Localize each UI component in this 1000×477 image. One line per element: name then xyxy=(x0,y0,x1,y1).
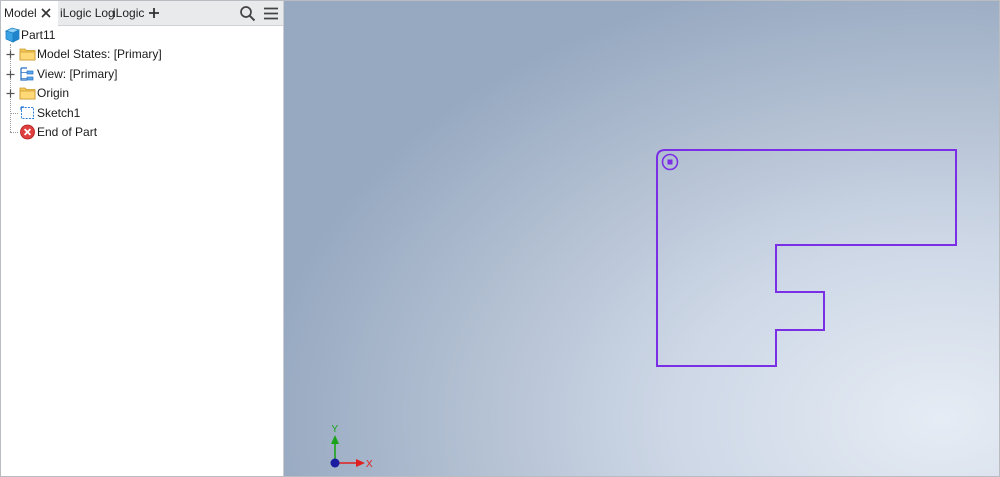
triad-x-arrow xyxy=(356,459,365,467)
browser-tab-bar: Model iLogic Log iLogic xyxy=(1,1,283,26)
tab-model[interactable]: Model xyxy=(1,1,58,26)
tab-ilogic-log-label: iLogic Log xyxy=(60,6,115,20)
tree-item-label: Sketch1 xyxy=(37,106,81,120)
close-icon[interactable] xyxy=(39,6,53,20)
tree-root-label: Part11 xyxy=(21,28,56,42)
tree-item-view[interactable]: View: [Primary] xyxy=(1,65,283,84)
triad-x-label: X xyxy=(366,459,373,470)
tab-ilogic-log[interactable]: iLogic Log xyxy=(60,1,115,25)
triad-y-arrow xyxy=(331,435,339,444)
folder-icon xyxy=(19,48,36,61)
sketch-icon xyxy=(20,106,34,119)
view-rep-icon xyxy=(20,67,34,81)
sketch-center-point[interactable] xyxy=(667,159,673,165)
plus-icon[interactable] xyxy=(147,6,161,20)
triad-y-label: Y xyxy=(332,424,339,435)
search-icon[interactable] xyxy=(239,5,256,22)
graphics-viewport[interactable]: Y X xyxy=(284,1,999,476)
part-cube-icon xyxy=(4,27,21,43)
tree-item-sketch1[interactable]: Sketch1 xyxy=(1,104,283,123)
sketch-profile[interactable] xyxy=(656,149,957,367)
folder-icon xyxy=(19,87,36,100)
end-of-part-icon xyxy=(20,124,35,140)
viewport-canvas[interactable]: Y X xyxy=(284,1,999,476)
tree-item-model-states[interactable]: Model States: [Primary] xyxy=(1,45,283,64)
expand-plus-icon[interactable] xyxy=(6,50,15,59)
tree-item-origin[interactable]: Origin xyxy=(1,84,283,103)
tree-item-label: End of Part xyxy=(37,125,98,139)
tree-item-label: View: [Primary] xyxy=(37,67,118,81)
tree-root-part[interactable]: Part11 xyxy=(1,26,283,45)
tab-model-label: Model xyxy=(4,6,37,20)
triad-origin xyxy=(330,458,340,468)
tree-item-label: Origin xyxy=(37,86,70,100)
tab-ilogic-label: iLogic xyxy=(113,6,145,20)
tree-item-label: Model States: [Primary] xyxy=(37,47,162,61)
tree-item-end-of-part[interactable]: End of Part xyxy=(1,123,283,142)
expand-plus-icon[interactable] xyxy=(6,89,15,98)
hamburger-menu-icon[interactable] xyxy=(263,6,279,21)
model-browser-panel: Model iLogic Log iLogic Part11 Model Sta… xyxy=(1,1,284,476)
expand-plus-icon[interactable] xyxy=(6,70,15,79)
tab-ilogic[interactable]: iLogic xyxy=(113,1,144,25)
